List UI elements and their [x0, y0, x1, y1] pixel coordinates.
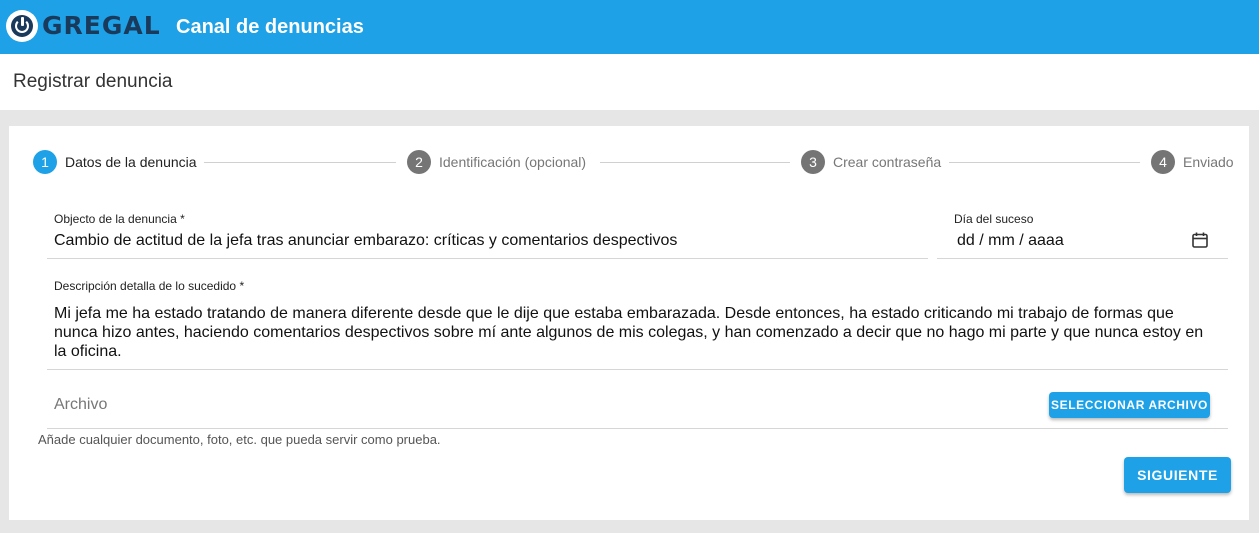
brand-logo[interactable]: GREGAL [6, 10, 161, 42]
step-connector [949, 162, 1140, 163]
file-underline [47, 428, 1228, 429]
step-4-label[interactable]: Enviado [1183, 153, 1234, 171]
page-title: Registrar denuncia [13, 71, 173, 92]
file-hint: Añade cualquier documento, foto, etc. qu… [38, 432, 441, 447]
next-button[interactable]: SIGUIENTE [1124, 457, 1231, 493]
subject-underline [47, 258, 928, 259]
app-bar: GREGAL Canal de denuncias [0, 0, 1259, 54]
step-3-label[interactable]: Crear contraseña [833, 153, 941, 171]
logo-text: GREGAL [42, 11, 161, 40]
step-2-number[interactable]: 2 [407, 150, 431, 174]
step-connector [204, 162, 396, 163]
step-connector [600, 162, 790, 163]
power-icon [6, 10, 38, 42]
select-file-button[interactable]: SELECCIONAR ARCHIVO [1049, 392, 1210, 418]
date-input[interactable]: dd / mm / aaaa [957, 231, 1064, 250]
description-line: Mi jefa me ha estado tratando de manera … [54, 305, 1174, 322]
subject-input[interactable]: Cambio de actitud de la jefa tras anunci… [54, 231, 677, 250]
step-1-label[interactable]: Datos de la denuncia [65, 153, 197, 171]
description-label: Descripción detalla de lo sucedido * [54, 279, 245, 293]
step-4-number[interactable]: 4 [1151, 150, 1175, 174]
subject-label: Objecto de la denuncia * [54, 212, 185, 226]
step-3-number[interactable]: 3 [801, 150, 825, 174]
description-underline [47, 369, 1228, 370]
calendar-icon[interactable] [1191, 231, 1209, 249]
step-2-label[interactable]: Identificación (opcional) [439, 153, 586, 171]
step-1-number[interactable]: 1 [33, 150, 57, 174]
date-label: Día del suceso [954, 212, 1034, 226]
file-field-label: Archivo [54, 396, 108, 413]
description-line: la oficina. [54, 343, 122, 360]
description-line: nunca hizo antes, haciendo comentarios d… [54, 324, 1204, 341]
date-underline [937, 258, 1228, 259]
form-card: 1 Datos de la denuncia 2 Identificación … [9, 126, 1249, 520]
app-title: Canal de denuncias [176, 16, 364, 38]
page-header: Registrar denuncia [0, 54, 1259, 110]
